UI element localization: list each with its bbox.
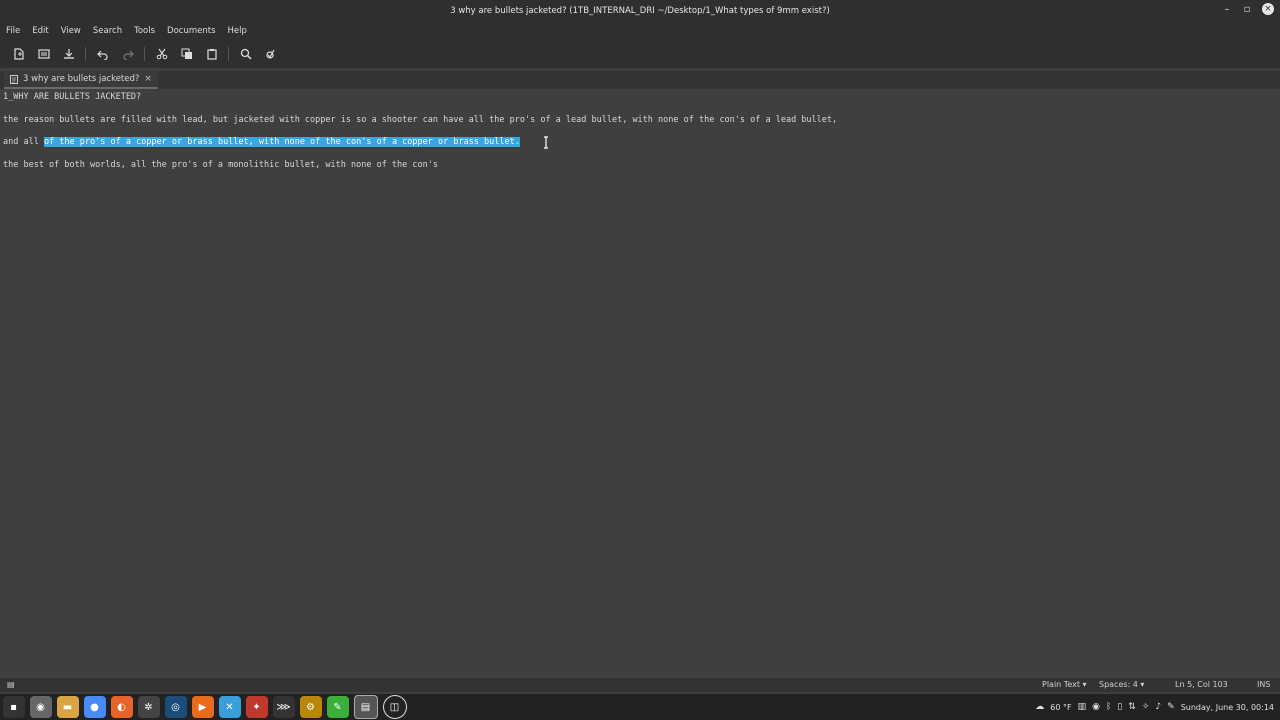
menu-bar: File Edit View Search Tools Documents He… — [0, 22, 1280, 40]
open-button[interactable] — [31, 42, 56, 66]
game-icon[interactable]: ✦ — [245, 696, 268, 718]
save-button[interactable] — [56, 42, 81, 66]
paste-button[interactable] — [199, 42, 224, 66]
undo-button[interactable] — [90, 42, 115, 66]
menu-search[interactable]: Search — [87, 26, 128, 36]
steam-tray-icon[interactable]: ◉ — [1092, 702, 1100, 712]
paste-icon — [206, 49, 217, 60]
menu-tools[interactable]: Tools — [128, 26, 161, 36]
trash-icon[interactable]: ▥ — [1078, 702, 1087, 712]
menu-edit[interactable]: Edit — [26, 26, 54, 36]
editor-line-1: 1_WHY ARE BULLETS JACKETED? — [3, 92, 142, 102]
toolbar-separator — [144, 47, 145, 61]
tab-label: 3 why are bullets jacketed? — [23, 74, 140, 84]
new-document-icon — [13, 48, 24, 60]
save-icon — [63, 49, 74, 59]
language-selector[interactable]: Plain Text ▾ — [1042, 680, 1087, 689]
weather-icon[interactable]: ☁ — [1035, 702, 1044, 712]
network-icon[interactable]: ⇅ — [1128, 702, 1136, 712]
window-title: 3 why are bullets jacketed? (1TB_INTERNA… — [450, 6, 830, 16]
editor-line-3: and all of the pro's of a copper or bras… — [3, 137, 520, 147]
maximize-icon[interactable]: ▫ — [1242, 4, 1252, 15]
language-label: Plain Text — [1042, 680, 1080, 689]
linux-app-icon[interactable]: ◫ — [382, 695, 407, 719]
menu-file[interactable]: File — [0, 26, 26, 36]
redo-button[interactable] — [115, 42, 140, 66]
media-player-icon[interactable]: ▶ — [191, 696, 214, 718]
new-document-button[interactable] — [6, 42, 31, 66]
spaces-label: Spaces: 4 — [1099, 680, 1138, 689]
find-replace-icon — [265, 49, 275, 59]
redo-icon — [122, 50, 134, 60]
files-icon[interactable]: ◉ — [29, 696, 52, 718]
copy-button[interactable] — [174, 42, 199, 66]
toolbar-separator — [85, 47, 86, 61]
menu-documents[interactable]: Documents — [161, 26, 221, 36]
weather-temp: 60 °F — [1050, 702, 1072, 712]
green-app-icon[interactable]: ✎ — [326, 696, 349, 718]
tab-bar: 3 why are bullets jacketed? × — [0, 71, 1280, 90]
text-cursor-icon — [544, 136, 548, 149]
sidebar-toggle-icon[interactable]: ▤ — [7, 680, 15, 689]
settings-icon[interactable]: ✲ — [137, 696, 160, 718]
find-button[interactable] — [233, 42, 258, 66]
taskbar: ▪ ◉ ▬ ● ◐ ✲ ◎ ▶ ✕ ✦ ⋙ ⚙ ✎ ▤ ◫ ☁ 60 °F ▥ … — [0, 694, 1280, 720]
firefox-icon[interactable]: ◐ — [110, 696, 133, 718]
system-icon[interactable]: ⚙ — [299, 696, 322, 718]
cut-icon — [156, 48, 167, 60]
tab-document[interactable]: 3 why are bullets jacketed? × — [4, 71, 158, 89]
vscode-icon[interactable]: ✕ — [218, 696, 241, 718]
menu-icon[interactable]: ▪ — [2, 696, 25, 718]
open-icon — [37, 49, 50, 59]
pen-icon[interactable]: ✎ — [1167, 702, 1175, 712]
window-controls: – ▫ × — [1222, 3, 1274, 15]
clipboard-icon[interactable]: ▯ — [1117, 702, 1122, 712]
terminal-icon[interactable]: ⋙ — [272, 696, 295, 718]
folder-icon[interactable]: ▬ — [56, 696, 79, 718]
editor-line-4: the best of both worlds, all the pro's o… — [3, 160, 438, 170]
toolbar-separator — [228, 47, 229, 61]
find-replace-button[interactable] — [258, 42, 283, 66]
chrome-icon[interactable]: ● — [83, 696, 106, 718]
undo-icon — [96, 50, 108, 60]
copy-icon — [181, 48, 192, 59]
close-icon[interactable]: × — [1262, 3, 1274, 15]
title-bar: 3 why are bullets jacketed? (1TB_INTERNA… — [0, 0, 1280, 22]
find-icon — [240, 48, 251, 60]
minimize-icon[interactable]: – — [1222, 4, 1232, 15]
selected-text: of the pro's of a copper or brass bullet… — [43, 137, 520, 147]
system-tray: ☁ 60 °F ▥ ◉ ᛒ ▯ ⇅ ✧ ♪ ✎ Sunday, June 30,… — [1035, 694, 1274, 720]
menu-help[interactable]: Help — [222, 26, 253, 36]
toolbar — [0, 40, 1280, 68]
cursor-position: Ln 5, Col 103 — [1175, 680, 1228, 689]
steam-icon[interactable]: ◎ — [164, 696, 187, 718]
spaces-selector[interactable]: Spaces: 4 ▾ — [1099, 680, 1144, 689]
document-icon — [10, 74, 18, 84]
clock[interactable]: Sunday, June 30, 00:14 — [1181, 703, 1274, 712]
insert-mode: INS — [1257, 680, 1271, 689]
text-editor[interactable]: 1_WHY ARE BULLETS JACKETED? the reason b… — [0, 89, 1280, 679]
update-icon[interactable]: ✧ — [1142, 702, 1150, 712]
editor-line-2: the reason bullets are filled with lead,… — [3, 115, 838, 125]
text-editor-icon[interactable]: ▤ — [353, 695, 378, 719]
sound-icon[interactable]: ♪ — [1155, 702, 1161, 712]
tab-close-icon[interactable]: × — [144, 74, 152, 84]
menu-view[interactable]: View — [55, 26, 87, 36]
cut-button[interactable] — [149, 42, 174, 66]
bluetooth-icon[interactable]: ᛒ — [1106, 702, 1111, 712]
editor-line-3-text: and all — [3, 137, 44, 147]
status-bar: ▤ Plain Text ▾ Spaces: 4 ▾ Ln 5, Col 103… — [0, 678, 1280, 692]
